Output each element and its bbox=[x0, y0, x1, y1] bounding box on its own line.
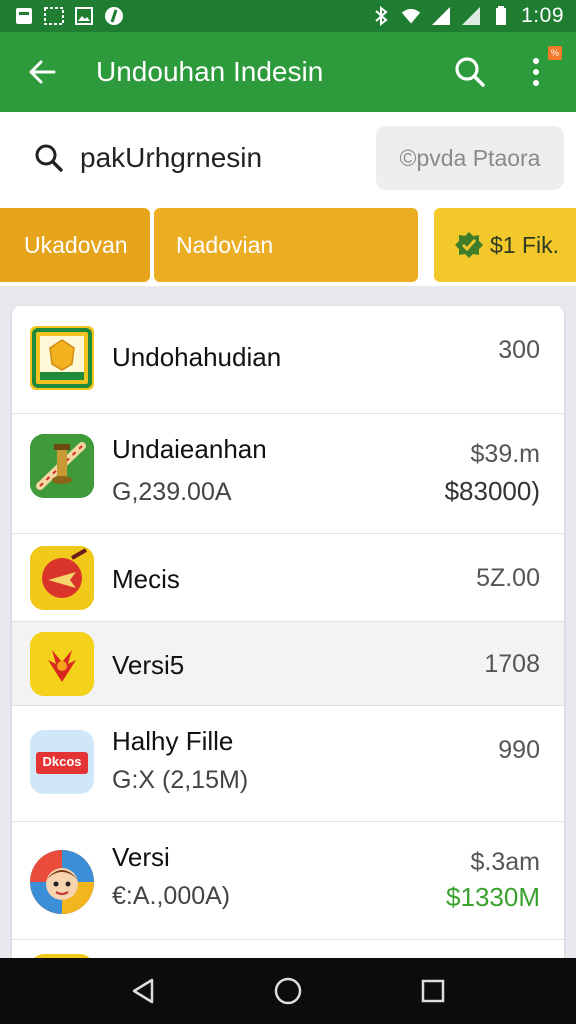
nav-home-button[interactable] bbox=[266, 969, 310, 1013]
app-price: $.3am bbox=[470, 848, 540, 876]
search-row: ©pvda Ptaora bbox=[0, 112, 576, 204]
app-price: 1708 bbox=[484, 650, 540, 678]
filter-chip-label: Ukadovan bbox=[24, 231, 128, 258]
app-name: Undaieanhan bbox=[112, 434, 267, 464]
app-icon-plane bbox=[30, 546, 94, 610]
signal-icon bbox=[431, 6, 451, 26]
wifi-icon bbox=[401, 6, 421, 26]
app-bar-actions: % bbox=[450, 46, 562, 92]
app-icon-docs: Dkcos bbox=[30, 730, 94, 794]
app-name: Versi bbox=[112, 842, 170, 872]
app-price: $39.m bbox=[470, 440, 540, 468]
status-right-icons: 1:09 bbox=[371, 4, 564, 28]
screen: 1:09 Undouhan Indesin % ©pvda Ptaora Uka… bbox=[0, 0, 576, 1024]
app-price: 990 bbox=[498, 736, 540, 764]
app-name: Halhy Fille bbox=[112, 726, 234, 756]
app-icon-phoenix bbox=[30, 632, 94, 696]
circle-home-icon bbox=[274, 977, 302, 1005]
bluetooth-icon bbox=[371, 6, 391, 26]
app-icon-shield bbox=[30, 326, 94, 390]
list-item[interactable]: Versi €:A.,000A) $.3am $1330M bbox=[12, 822, 564, 940]
app-icon-caption: Dkcos bbox=[42, 754, 82, 769]
filter-chip-price[interactable]: $1 Fik. bbox=[434, 208, 576, 282]
app-subtitle: G,239.00A bbox=[112, 478, 232, 506]
notification-badge: % bbox=[548, 46, 562, 60]
nav-back-button[interactable] bbox=[121, 969, 165, 1013]
nav-recents-button[interactable] bbox=[411, 969, 455, 1013]
more-options-button[interactable]: % bbox=[516, 46, 562, 92]
page-title: Undouhan Indesin bbox=[96, 56, 324, 87]
search-input[interactable] bbox=[80, 142, 350, 174]
arrow-left-icon bbox=[29, 60, 56, 84]
image-icon bbox=[44, 6, 64, 26]
app-price: 300 bbox=[498, 336, 540, 364]
filter-row: Ukadovan Nadovian $1 Fik. bbox=[0, 204, 576, 286]
status-left-icons bbox=[14, 6, 124, 26]
triangle-back-icon bbox=[132, 978, 153, 1004]
app-subtitle: €:A.,000A) bbox=[112, 882, 231, 910]
filter-chip-nadovian[interactable]: Nadovian bbox=[154, 208, 418, 282]
app-price-secondary: $1330M bbox=[446, 882, 540, 912]
app-price-secondary: $83000) bbox=[444, 476, 540, 506]
app-bar: Undouhan Indesin % bbox=[0, 32, 576, 112]
back-button[interactable] bbox=[22, 52, 62, 92]
search-button[interactable] bbox=[450, 52, 490, 92]
notification-icon bbox=[14, 6, 34, 26]
filter-chip-label: Nadovian bbox=[176, 231, 274, 258]
search-icon bbox=[32, 141, 66, 175]
list-item[interactable]: Undohahudian 300 bbox=[12, 306, 564, 414]
status-bar: 1:09 bbox=[0, 0, 576, 32]
signal-icon-2 bbox=[461, 6, 481, 26]
status-time: 1:09 bbox=[521, 4, 564, 27]
app-icon bbox=[104, 6, 124, 26]
search-submit-button[interactable]: ©pvda Ptaora bbox=[376, 126, 564, 190]
list-item[interactable]: Mecis 5Z.00 bbox=[12, 534, 564, 622]
filter-chip-ukadovan[interactable]: Ukadovan bbox=[0, 208, 150, 282]
app-name: Mecis bbox=[112, 564, 180, 594]
more-vert-icon bbox=[533, 58, 539, 86]
battery-icon bbox=[491, 6, 511, 26]
app-icon-tools bbox=[30, 434, 94, 498]
filter-chip-label: $1 Fik. bbox=[490, 231, 560, 258]
search-icon bbox=[455, 57, 485, 87]
app-icon-character bbox=[30, 850, 94, 914]
app-name: Undohahudian bbox=[112, 342, 282, 372]
list-item[interactable]: Undaieanhan G,239.00A $39.m $83000) bbox=[12, 414, 564, 534]
badge-check-icon bbox=[455, 232, 483, 258]
app-subtitle: G:X (2,15M) bbox=[112, 766, 249, 794]
list-item[interactable]: Dkcos Halhy Fille G:X (2,15M) 990 bbox=[12, 706, 564, 822]
list-item[interactable]: Versi5 1708 bbox=[12, 622, 564, 706]
app-list: Undohahudian 300 Undaieanhan G,239.00A $… bbox=[12, 306, 564, 966]
app-name: Versi5 bbox=[112, 650, 185, 680]
app-price: 5Z.00 bbox=[476, 564, 540, 592]
gallery-icon bbox=[74, 6, 94, 26]
system-nav-bar bbox=[0, 958, 576, 1024]
square-recents-icon bbox=[422, 979, 445, 1003]
